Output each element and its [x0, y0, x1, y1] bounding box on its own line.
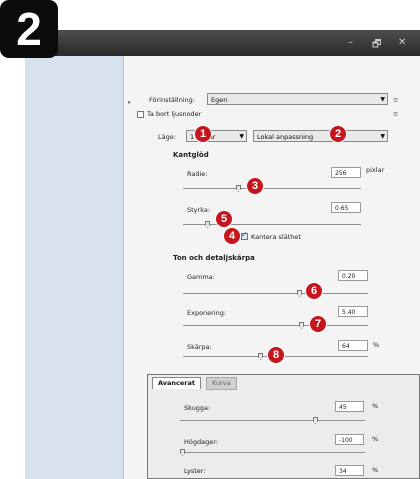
shadow-label: Skugga:	[184, 404, 211, 412]
tone-detail-heading: Ton och detaljskärpa	[173, 254, 255, 262]
exposure-label: Exponering:	[187, 309, 227, 317]
callout-badge-7: 7	[310, 316, 326, 332]
callout-badge-6: 6	[306, 283, 322, 299]
sharpness-input[interactable]: 64	[338, 340, 368, 351]
callout-badge-1: 1	[195, 126, 211, 142]
options-menu-icon[interactable]: ≡	[393, 110, 398, 118]
callout-badge-4: 4	[224, 228, 240, 244]
highlight-label: Högdager:	[184, 438, 218, 446]
radius-input[interactable]: 256	[331, 167, 361, 178]
strength-input[interactable]: 0.65	[331, 202, 361, 213]
chevron-down-icon: ▼	[380, 96, 385, 103]
tab-advanced[interactable]: Avancerat	[152, 377, 202, 389]
checkmark-icon: ✓	[241, 230, 248, 239]
gamma-label: Gamma:	[187, 273, 215, 281]
shadow-input[interactable]: 45	[335, 401, 364, 412]
remove-nodes-label: Ta bort ljusnoder	[147, 110, 202, 118]
exposure-slider-track[interactable]	[183, 325, 368, 326]
advanced-tabs-panel	[147, 374, 420, 479]
highlight-unit: %	[372, 435, 379, 443]
exposure-input[interactable]: 5.40	[338, 306, 368, 317]
collapse-arrow-icon[interactable]: ▸	[128, 98, 131, 106]
tab-curve[interactable]: Kurva	[206, 377, 237, 390]
preset-dropdown[interactable]: Egen ▼	[207, 93, 388, 105]
left-sidebar	[25, 56, 124, 479]
callout-badge-2: 2	[330, 126, 346, 142]
preset-label: Förinställning:	[149, 96, 195, 104]
sharpness-label: Skärpa:	[187, 343, 212, 351]
remove-nodes-checkbox[interactable]	[137, 111, 144, 118]
close-icon[interactable]: ✕	[398, 37, 406, 48]
step-number-badge: 2	[0, 0, 58, 58]
preset-value: Egen	[211, 96, 228, 104]
smooth-edges-label: Kantera släthet	[251, 233, 301, 241]
gamma-input[interactable]: 0.20	[338, 270, 368, 281]
vibrance-input[interactable]: 34	[335, 465, 364, 476]
preset-menu-icon[interactable]: ≡	[393, 96, 398, 104]
callout-badge-3: 3	[247, 178, 263, 194]
gamma-slider-track[interactable]	[183, 293, 368, 294]
method-dropdown[interactable]: Lokal anpassning ▼	[253, 130, 388, 142]
highlight-input[interactable]: -100	[335, 434, 364, 445]
radius-unit: pixlar	[366, 166, 385, 174]
vibrance-unit: %	[372, 466, 379, 474]
radius-slider-track[interactable]	[183, 188, 361, 189]
strength-label: Styrka:	[187, 206, 211, 214]
radius-label: Radie:	[187, 170, 208, 178]
chevron-down-icon: ▼	[239, 133, 244, 140]
shadow-slider-track[interactable]	[180, 420, 365, 421]
sharpness-unit: %	[373, 341, 380, 349]
method-value: Lokal anpassning	[257, 133, 314, 141]
vibrance-label: Lyster:	[184, 467, 206, 475]
minimize-icon[interactable]: –	[348, 37, 353, 48]
callout-badge-8: 8	[268, 347, 284, 363]
highlight-slider-track[interactable]	[180, 452, 365, 453]
chevron-down-icon: ▼	[380, 133, 385, 140]
maximize-icon[interactable]: 🗗	[372, 37, 381, 54]
shadow-unit: %	[372, 402, 379, 410]
edge-glow-heading: Kantglöd	[173, 151, 209, 159]
callout-badge-5: 5	[216, 211, 232, 227]
window-titlebar	[25, 30, 420, 56]
mode-label: Läge:	[158, 133, 176, 141]
